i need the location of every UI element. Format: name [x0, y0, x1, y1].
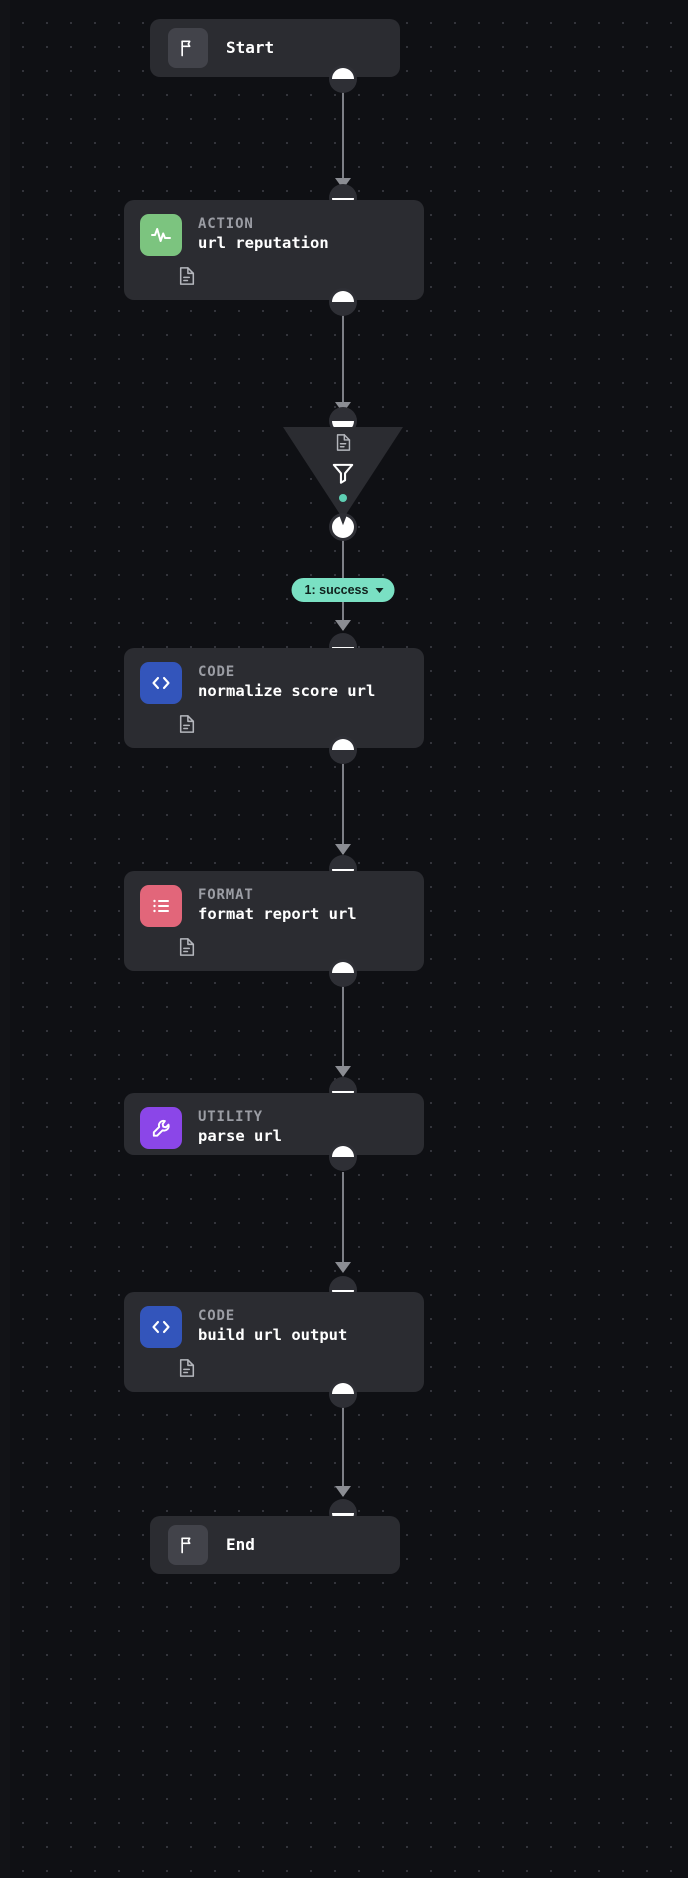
- code1-header: CODE normalize score url: [124, 648, 424, 704]
- utility-header: UTILITY parse url: [124, 1093, 424, 1149]
- format-header: FORMAT format report url: [124, 871, 424, 927]
- utility-labels: UTILITY parse url: [198, 1110, 282, 1147]
- code-brackets-icon: [140, 662, 182, 704]
- node-end[interactable]: End: [150, 1516, 400, 1574]
- port-format-out[interactable]: [329, 959, 357, 987]
- action-labels: ACTION url reputation: [198, 217, 329, 254]
- flag-icon: [168, 28, 208, 68]
- document-icon: [179, 267, 195, 285]
- edge-action-to-filter: [342, 312, 344, 412]
- code-brackets-icon: [140, 1306, 182, 1348]
- edge-code2-to-end: [342, 1406, 344, 1496]
- format-title: format report url: [198, 905, 357, 924]
- port-code1-out[interactable]: [329, 736, 357, 764]
- wrench-icon: [140, 1107, 182, 1149]
- code2-kind: CODE: [198, 1307, 236, 1324]
- port-start-out[interactable]: [329, 65, 357, 93]
- node-code-normalize-score-url[interactable]: CODE normalize score url: [124, 648, 424, 748]
- utility-kind: UTILITY: [198, 1108, 263, 1125]
- workflow-canvas[interactable]: Start ACTION url reputation 1: success C…: [0, 0, 688, 1878]
- node-code-build-url-output[interactable]: CODE build url output: [124, 1292, 424, 1392]
- edge-arrow-format: [335, 844, 351, 855]
- port-utility-out[interactable]: [329, 1143, 357, 1171]
- action-note[interactable]: [124, 256, 424, 286]
- action-title: url reputation: [198, 234, 329, 253]
- code1-labels: CODE normalize score url: [198, 665, 375, 702]
- utility-title: parse url: [198, 1127, 282, 1146]
- code1-note[interactable]: [124, 704, 424, 734]
- edge-code1-to-format: [342, 764, 344, 854]
- branch-label: 1: success: [304, 583, 369, 597]
- action-header: ACTION url reputation: [124, 200, 424, 256]
- document-icon[interactable]: [335, 433, 352, 452]
- document-icon: [179, 938, 195, 956]
- funnel-icon: [332, 463, 354, 484]
- chevron-down-icon[interactable]: [375, 587, 384, 593]
- code1-kind: CODE: [198, 663, 236, 680]
- node-format-report-url[interactable]: FORMAT format report url: [124, 871, 424, 971]
- activity-pulse-icon: [140, 214, 182, 256]
- node-action-url-reputation[interactable]: ACTION url reputation: [124, 200, 424, 300]
- canvas-gutter: [0, 0, 10, 1878]
- port-code2-out[interactable]: [329, 1380, 357, 1408]
- code1-title: normalize score url: [198, 682, 376, 701]
- document-icon: [179, 715, 195, 733]
- flag-icon: [168, 1525, 208, 1565]
- branch-badge-success[interactable]: 1: success: [291, 578, 395, 602]
- edge-utility-to-code2: [342, 1172, 344, 1270]
- start-row: Start: [150, 19, 400, 77]
- node-start[interactable]: Start: [150, 19, 400, 77]
- port-action-out[interactable]: [329, 288, 357, 316]
- edge-arrow-utility: [335, 1066, 351, 1077]
- edge-format-to-utility: [342, 986, 344, 1074]
- bullet-list-icon: [140, 885, 182, 927]
- format-kind: FORMAT: [198, 886, 254, 903]
- filter-contents: [330, 433, 356, 502]
- edge-arrow-code2: [335, 1262, 351, 1273]
- code2-title: build url output: [198, 1326, 348, 1345]
- code2-labels: CODE build url output: [198, 1309, 347, 1346]
- end-row: End: [150, 1516, 400, 1574]
- node-utility-parse-url[interactable]: UTILITY parse url: [124, 1093, 424, 1155]
- format-note[interactable]: [124, 927, 424, 957]
- port-filter-out[interactable]: [329, 513, 357, 541]
- edge-arrow-end: [335, 1486, 351, 1497]
- code2-header: CODE build url output: [124, 1292, 424, 1348]
- edge-arrow-code1: [335, 620, 351, 631]
- end-label: End: [226, 1534, 255, 1554]
- action-kind: ACTION: [198, 215, 254, 232]
- edge-start-to-action: [342, 88, 344, 188]
- start-label: Start: [226, 37, 275, 57]
- format-labels: FORMAT format report url: [198, 888, 357, 925]
- filter-status-dot: [339, 494, 347, 502]
- code2-note[interactable]: [124, 1348, 424, 1378]
- document-icon: [179, 1359, 195, 1377]
